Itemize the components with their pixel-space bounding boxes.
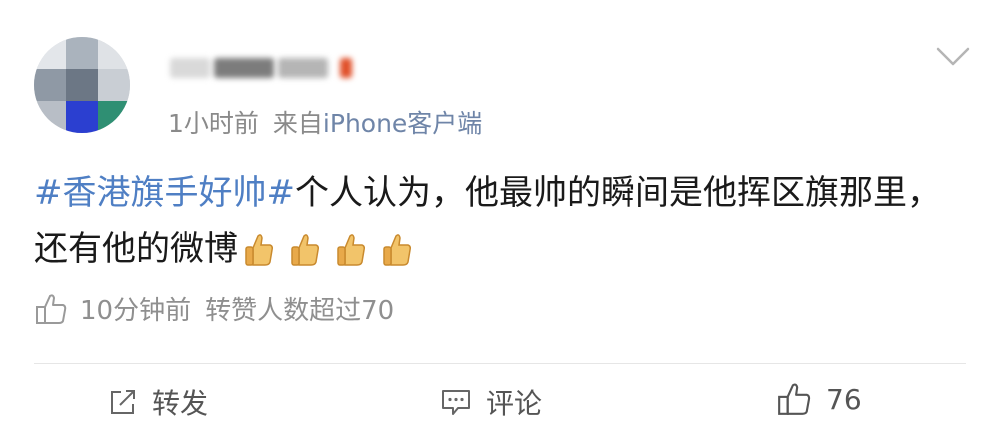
like-button[interactable]: 76 (776, 382, 862, 416)
thumbs-up-emoji-icon (337, 234, 365, 266)
post-source[interactable]: iPhone客户端 (323, 109, 482, 138)
comment-button[interactable]: 评论 (440, 382, 542, 422)
post-body: #香港旗手好帅#个人认为，他最帅的瞬间是他挥区旗那里，还有他的微博 (34, 165, 964, 283)
chevron-down-icon[interactable] (936, 46, 970, 68)
like-count: 76 (826, 382, 862, 416)
action-bar: 转发 评论 76 (0, 364, 1000, 444)
avatar[interactable] (34, 37, 130, 133)
thumb-up-outline-icon (34, 293, 68, 325)
post-meta: 1小时前 来自iPhone客户端 (168, 104, 482, 140)
thumbs-up-emoji-icon (245, 234, 273, 266)
stats-time: 10分钟前 (80, 296, 192, 326)
thumbs-up-emoji-icon (291, 234, 319, 266)
thumbs-up-emoji-icon (383, 234, 411, 266)
username-redacted[interactable] (170, 52, 360, 82)
comment-icon (440, 387, 472, 417)
thumb-up-outline-icon (776, 382, 812, 416)
share-icon (108, 387, 138, 417)
repost-button[interactable]: 转发 (108, 382, 208, 422)
post-stats: 10分钟前 转赞人数超过70 (34, 290, 394, 327)
stats-note: 转赞人数超过70 (205, 296, 395, 326)
post-time: 1小时前 (168, 109, 259, 138)
comment-label: 评论 (486, 387, 543, 420)
source-prefix: 来自 (272, 109, 323, 138)
repost-label: 转发 (152, 387, 209, 420)
hashtag-link[interactable]: #香港旗手好帅# (34, 173, 295, 213)
thumbs-up-emoji-group (244, 227, 428, 283)
